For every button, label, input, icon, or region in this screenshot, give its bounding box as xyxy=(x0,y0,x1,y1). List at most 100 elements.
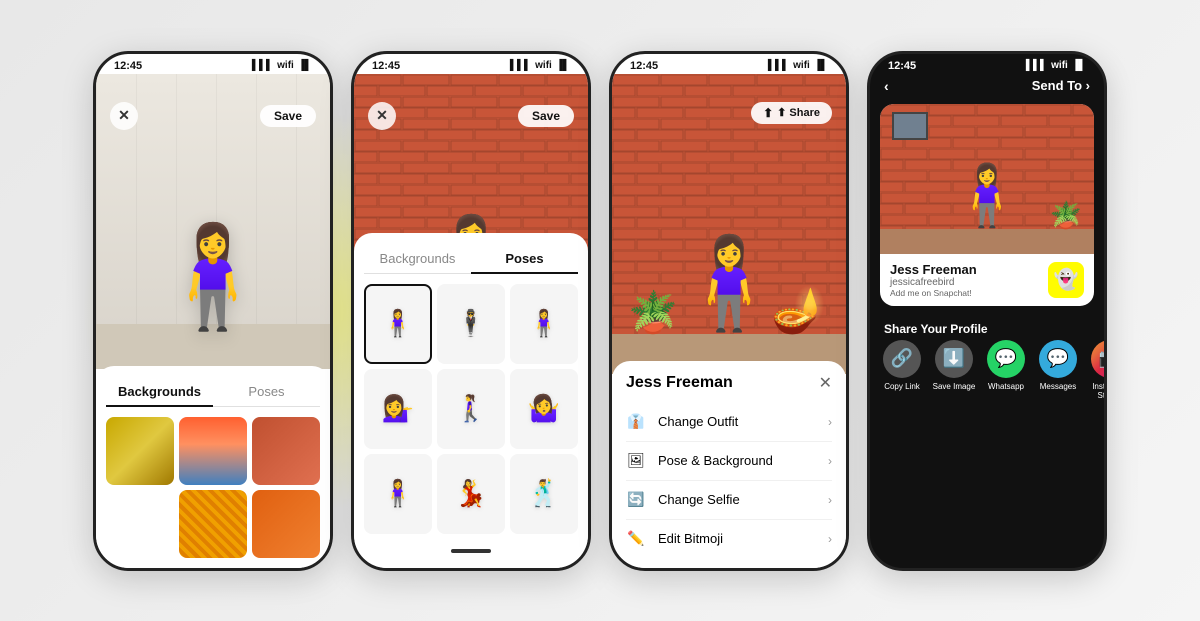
share-label: ⬆ Share xyxy=(777,106,820,119)
pose-thumb-3[interactable]: 🧍‍♀️ xyxy=(510,284,578,364)
battery-icon-4: ▐▌ xyxy=(1072,60,1086,71)
pose-icon-3: 🧍‍♀️ xyxy=(528,308,560,339)
menu-pose-background[interactable]: 🖼 Pose & Background › xyxy=(626,442,832,481)
time-4: 12:45 xyxy=(888,60,916,72)
bg-thumb-blue[interactable] xyxy=(106,490,174,558)
save-image-icon: ⬇️ xyxy=(935,340,973,378)
pose-icon-7: 🧍‍♀️ xyxy=(382,478,414,509)
profile-info: Jess Freeman jessicafreebird Add me on S… xyxy=(880,254,1094,306)
edit-icon: ✏️ xyxy=(626,529,646,549)
save-button-1[interactable]: Save xyxy=(260,105,316,127)
tab-backgrounds-2[interactable]: Backgrounds xyxy=(364,245,471,273)
bg-thumb-brick[interactable] xyxy=(252,417,320,485)
wifi-icon-3: wifi xyxy=(793,60,810,71)
pose-arrow: › xyxy=(828,454,832,468)
share-button[interactable]: ⬆ ⬆ Share xyxy=(751,102,832,124)
card-floor xyxy=(880,229,1094,254)
wifi-icon-2: wifi xyxy=(535,60,552,71)
bottom-panel-1: Backgrounds Poses xyxy=(96,366,330,568)
phone-1-backgrounds: 12:45 ▌▌▌ wifi ▐▌ 🧍‍♀️ ✕ xyxy=(93,51,333,571)
time-3: 12:45 xyxy=(630,60,658,72)
share-messages[interactable]: 💬 Messages xyxy=(1036,340,1080,401)
pose-thumb-6[interactable]: 🤷‍♀️ xyxy=(510,369,578,449)
pose-grid: 🧍‍♀️ 🕴️ 🧍‍♀️ 💁‍♀️ 🚶‍♀️ 🤷 xyxy=(364,284,578,534)
share-whatsapp[interactable]: 💬 Whatsapp xyxy=(984,340,1028,401)
status-icons-4: ▌▌▌ wifi ▐▌ xyxy=(1026,60,1086,71)
menu-change-outfit[interactable]: 👔 Change Outfit › xyxy=(626,403,832,442)
bg-grid-1 xyxy=(106,417,320,558)
status-bar-2: 12:45 ▌▌▌ wifi ▐▌ xyxy=(354,54,588,74)
whatsapp-icon: 💬 xyxy=(987,340,1025,378)
send-to-button[interactable]: Send To › xyxy=(1032,78,1090,93)
phone-header-3: ⬆ ⬆ Share xyxy=(612,102,846,124)
time-1: 12:45 xyxy=(114,60,142,72)
save-image-label: Save Image xyxy=(933,382,976,392)
status-icons-3: ▌▌▌ wifi ▐▌ xyxy=(768,60,828,71)
battery-icon-2: ▐▌ xyxy=(556,60,570,71)
bottom-panel-2: Backgrounds Poses 🧍‍♀️ 🕴️ 🧍‍♀️ 💁‍♀️ xyxy=(354,233,588,568)
modal-title: Jess Freeman xyxy=(626,374,733,392)
signal-icon-2: ▌▌▌ xyxy=(510,60,531,71)
menu-change-selfie[interactable]: 🔄 Change Selfie › xyxy=(626,481,832,520)
status-icons-2: ▌▌▌ wifi ▐▌ xyxy=(510,60,570,71)
outfit-label: Change Outfit xyxy=(658,414,816,429)
outfit-icon: 👔 xyxy=(626,412,646,432)
phone-4-profile: 12:45 ▌▌▌ wifi ▐▌ ‹ Send To › xyxy=(867,51,1107,571)
share-section: Share Your Profile 🔗 Copy Link ⬇️ Save I… xyxy=(870,312,1104,411)
close-button-1[interactable]: ✕ xyxy=(110,102,138,130)
bg-thumb-sunset[interactable] xyxy=(179,417,247,485)
phone-2-poses: 12:45 ▌▌▌ wifi ▐▌ xyxy=(351,51,591,571)
pose-icon-9: 🕺 xyxy=(528,478,560,509)
share-modal: Jess Freeman ✕ 👔 Change Outfit › 🖼 Pose … xyxy=(612,361,846,568)
share-icons-row: 🔗 Copy Link ⬇️ Save Image 💬 Whatsapp 💬 M… xyxy=(870,340,1104,407)
pose-thumb-9[interactable]: 🕺 xyxy=(510,454,578,534)
bg-thumb-orange[interactable] xyxy=(252,490,320,558)
close-icon-1: ✕ xyxy=(118,107,130,124)
phone-header-2: ✕ Save xyxy=(354,102,588,130)
edit-label: Edit Bitmoji xyxy=(658,531,816,546)
share-save-image[interactable]: ⬇️ Save Image xyxy=(932,340,976,401)
back-button[interactable]: ‹ xyxy=(884,78,889,94)
close-button-2[interactable]: ✕ xyxy=(368,102,396,130)
wifi-icon-4: wifi xyxy=(1051,60,1068,71)
status-bar-4: 12:45 ▌▌▌ wifi ▐▌ xyxy=(870,54,1104,74)
selfie-label: Change Selfie xyxy=(658,492,816,507)
modal-close-btn[interactable]: ✕ xyxy=(819,373,832,393)
profile-username: jessicafreebird xyxy=(890,277,977,288)
status-bar-1: 12:45 ▌▌▌ wifi ▐▌ xyxy=(96,54,330,74)
modal-header: Jess Freeman ✕ xyxy=(626,373,832,393)
tab-poses-2[interactable]: Poses xyxy=(471,245,578,274)
bg-thumb-gold[interactable] xyxy=(106,417,174,485)
pose-icon: 🖼 xyxy=(626,451,646,471)
share-instagram[interactable]: 📷 Instagram Stories xyxy=(1088,340,1104,401)
tab-poses-1[interactable]: Poses xyxy=(213,378,320,406)
pose-icon-2: 🕴️ xyxy=(455,308,487,339)
card-bitmoji: 🧍‍♀️ xyxy=(950,160,1025,231)
pose-thumb-5[interactable]: 🚶‍♀️ xyxy=(437,369,505,449)
tab-row-2: Backgrounds Poses xyxy=(364,245,578,274)
pose-thumb-7[interactable]: 🧍‍♀️ xyxy=(364,454,432,534)
pose-thumb-8[interactable]: 💃 xyxy=(437,454,505,534)
messages-icon: 💬 xyxy=(1039,340,1077,378)
share-icon: ⬆ xyxy=(763,106,773,120)
time-2: 12:45 xyxy=(372,60,400,72)
share-copy-link[interactable]: 🔗 Copy Link xyxy=(880,340,924,401)
outfit-arrow: › xyxy=(828,415,832,429)
status-icons-1: ▌▌▌ wifi ▐▌ xyxy=(252,60,312,71)
pose-thumb-4[interactable]: 💁‍♀️ xyxy=(364,369,432,449)
pose-thumb-2[interactable]: 🕴️ xyxy=(437,284,505,364)
bg-thumb-pattern[interactable] xyxy=(179,490,247,558)
status-bar-3: 12:45 ▌▌▌ wifi ▐▌ xyxy=(612,54,846,74)
signal-icon-1: ▌▌▌ xyxy=(252,60,273,71)
tab-backgrounds-1[interactable]: Backgrounds xyxy=(106,378,213,407)
snapcode: 👻 xyxy=(1048,262,1084,298)
edit-arrow: › xyxy=(828,532,832,546)
close-icon-2: ✕ xyxy=(376,107,388,124)
pose-thumb-1[interactable]: 🧍‍♀️ xyxy=(364,284,432,364)
profile-card-img: 🪴 🧍‍♀️ xyxy=(880,104,1094,254)
bitmoji-character-3: 🧍‍♀️ xyxy=(673,231,785,336)
menu-edit-bitmoji[interactable]: ✏️ Edit Bitmoji › xyxy=(626,520,832,558)
save-button-2[interactable]: Save xyxy=(518,105,574,127)
phone-3-share: 12:45 ▌▌▌ wifi ▐▌ xyxy=(609,51,849,571)
pose-icon-8: 💃 xyxy=(455,478,487,509)
